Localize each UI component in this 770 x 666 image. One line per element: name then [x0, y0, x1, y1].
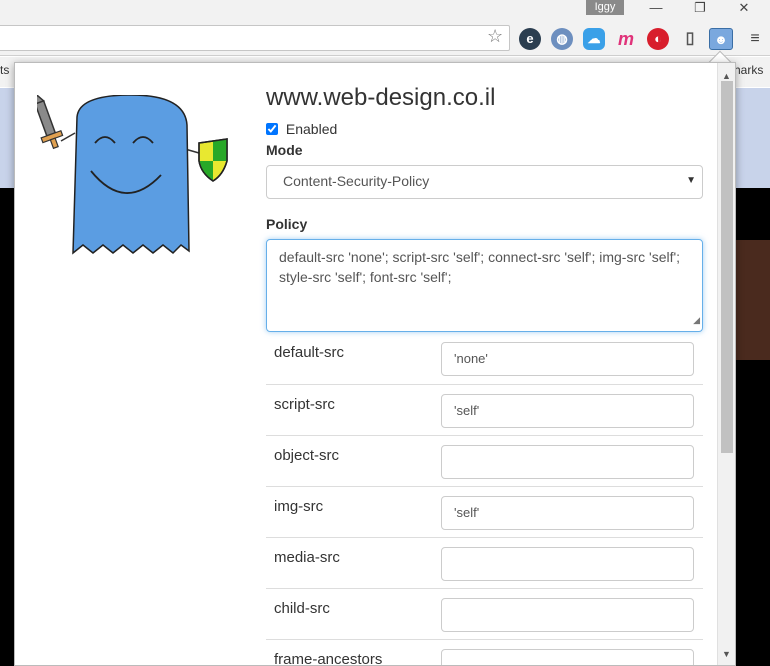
- bookmark-item[interactable]: ts: [0, 63, 9, 77]
- scroll-thumb[interactable]: [721, 81, 733, 453]
- mode-label: Mode: [266, 142, 303, 158]
- table-row: default-src 'none': [266, 333, 703, 384]
- directive-input[interactable]: [441, 598, 694, 632]
- title-bar: Iggy — ❐ ✕: [0, 0, 770, 20]
- directive-input[interactable]: 'none': [441, 342, 694, 376]
- table-row: media-src: [266, 537, 703, 588]
- extension-reader-icon[interactable]: ▯: [679, 28, 701, 50]
- enabled-toggle: Enabled: [266, 121, 337, 137]
- mode-select[interactable]: Content-Security-Policy ▼: [266, 165, 703, 199]
- policy-textarea[interactable]: default-src 'none'; script-src 'self'; c…: [266, 239, 703, 332]
- csp-extension-icon[interactable]: ☻: [709, 28, 733, 50]
- scroll-down-arrow-icon[interactable]: ▼: [722, 649, 731, 659]
- scroll-up-arrow-icon[interactable]: ▲: [722, 71, 731, 81]
- policy-text: default-src 'none'; script-src 'self'; c…: [279, 249, 681, 285]
- page-decoration: [730, 240, 770, 360]
- extension-m-icon[interactable]: m: [615, 28, 637, 50]
- table-row: child-src: [266, 588, 703, 639]
- site-title: www.web-design.co.il: [266, 84, 496, 111]
- extension-popup: www.web-design.co.il Enabled Mode Conten…: [14, 62, 736, 666]
- directive-name: object-src: [274, 447, 340, 464]
- directive-input[interactable]: [441, 547, 694, 581]
- directive-name: img-src: [274, 498, 324, 515]
- menu-icon[interactable]: ≡: [744, 28, 766, 50]
- directive-input[interactable]: [441, 445, 694, 479]
- directive-input[interactable]: [441, 649, 694, 665]
- restore-button[interactable]: ❐: [678, 0, 722, 18]
- directive-input[interactable]: 'self': [441, 394, 694, 428]
- ghost-mascot-icon: [37, 95, 228, 255]
- directive-name: script-src: [274, 396, 335, 413]
- bookmark-star-icon[interactable]: ☆: [487, 26, 503, 47]
- policy-label: Policy: [266, 216, 308, 232]
- browser-toolbar: ☆ e ◍ ☁ m ◐ ▯ ☻ ≡: [0, 20, 770, 56]
- extension-cloud-icon[interactable]: ☁: [583, 28, 605, 50]
- other-bookmarks[interactable]: harks: [734, 63, 763, 77]
- resize-handle-icon[interactable]: ◢: [693, 310, 700, 330]
- minimize-button[interactable]: —: [634, 0, 678, 18]
- enabled-label: Enabled: [285, 121, 338, 137]
- popup-scrollbar[interactable]: ▲ ▼: [717, 63, 735, 665]
- table-row: img-src 'self': [266, 486, 703, 537]
- directive-input[interactable]: 'self': [441, 496, 694, 530]
- mode-select-value: Content-Security-Policy: [283, 173, 430, 189]
- enabled-checkbox[interactable]: [266, 123, 278, 135]
- directive-name: child-src: [274, 600, 330, 617]
- table-row: frame-ancestors: [266, 639, 703, 666]
- table-row: script-src 'self': [266, 384, 703, 435]
- address-bar[interactable]: [0, 25, 510, 51]
- directives-table: default-src 'none' script-src 'self' obj…: [266, 333, 703, 666]
- directive-name: media-src: [274, 549, 340, 566]
- extension-globe-icon[interactable]: ◍: [551, 28, 573, 50]
- directive-name: frame-ancestors: [274, 651, 383, 666]
- close-window-button[interactable]: ✕: [722, 0, 766, 18]
- extension-red-icon[interactable]: ◐: [647, 28, 669, 50]
- profile-badge[interactable]: Iggy: [586, 0, 624, 15]
- extension-e-icon[interactable]: e: [519, 28, 541, 50]
- directive-name: default-src: [274, 344, 345, 361]
- table-row: object-src: [266, 435, 703, 486]
- dropdown-arrow-icon: ▼: [686, 175, 696, 186]
